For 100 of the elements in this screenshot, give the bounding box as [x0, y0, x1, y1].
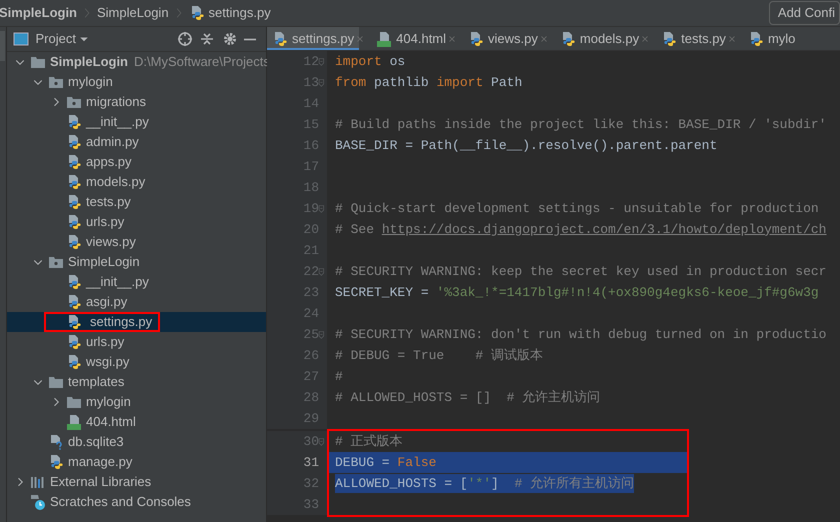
tree-item-label: views.py [86, 233, 136, 252]
tree-item[interactable]: SimpleLogin [7, 252, 266, 272]
close-icon[interactable] [538, 34, 549, 44]
fold-marker-icon[interactable] [318, 328, 327, 340]
html-file-icon [66, 414, 82, 430]
editor-tab[interactable]: tests.py [656, 27, 731, 50]
python-file-icon [66, 234, 82, 250]
python-file-icon [66, 134, 82, 150]
python-file-icon [48, 454, 64, 470]
python-file-icon [66, 294, 82, 310]
folder-icon [30, 54, 46, 70]
unknown-file-icon [48, 434, 64, 450]
python-file-icon [66, 354, 82, 370]
tree-item[interactable]: migrations [7, 92, 266, 112]
close-icon[interactable] [726, 34, 737, 44]
fold-marker-icon[interactable] [318, 202, 327, 214]
code-line: # Build paths inside the project like this: BASE_DIR / 'subdir' [335, 116, 826, 134]
python-file-icon [66, 174, 82, 190]
tree-item-label: Scratches and Consoles [50, 493, 191, 512]
tree-item[interactable]: apps.py [7, 152, 266, 172]
tree-item-label: models.py [86, 173, 146, 192]
fold-marker-icon[interactable] [318, 436, 327, 448]
code-line: SECRET_KEY = '%3ak_!*=1417blg#!n!4(+ox890g4egks6-keoe_jf#g6w3g [335, 284, 819, 302]
python-file-icon [66, 114, 82, 130]
folder-icon [48, 374, 64, 390]
locate-icon [176, 31, 192, 47]
code-line: import os [335, 52, 406, 71]
tree-item-label: manage.py [68, 453, 132, 472]
tree-item-label: wsgi.py [86, 353, 130, 372]
tree-item[interactable]: 404.html [7, 412, 266, 432]
tree-item-label: mylogin [86, 393, 131, 412]
tree-item[interactable]: views.py [7, 232, 266, 252]
code-line: DEBUG = False [335, 454, 436, 472]
add-configuration-button[interactable]: Add Confi [768, 1, 840, 25]
python-file-icon [66, 194, 82, 210]
package-folder-icon [48, 254, 64, 270]
tree-item-label: External Libraries [50, 473, 152, 492]
scratch-clock-icon [30, 494, 46, 510]
close-icon[interactable] [447, 34, 458, 44]
tree-item[interactable]: db.sqlite3 [7, 432, 266, 452]
editor-tab[interactable]: 404.html [371, 27, 452, 50]
python-file-icon [66, 154, 82, 170]
tree-item-label: admin.py [86, 133, 139, 152]
tree-item[interactable]: settings.py [7, 312, 266, 332]
tree-item-label: __init__.py [86, 113, 149, 132]
settings-icon [222, 31, 238, 47]
html-file-icon [376, 31, 392, 47]
close-icon[interactable] [355, 34, 366, 44]
tree-item[interactable]: Scratches and Consoles [7, 492, 266, 512]
tree-item[interactable]: __init__.py [7, 112, 266, 132]
tree-item[interactable]: models.py [7, 172, 266, 192]
tree-item[interactable]: wsgi.py [7, 352, 266, 372]
editor-tab[interactable]: settings.py [267, 27, 360, 50]
editor-tab[interactable]: models.py [554, 27, 644, 50]
code-line: # [335, 368, 343, 386]
python-file-icon [66, 274, 82, 290]
breadcrumb-item[interactable]: SimpleLogin [97, 3, 169, 23]
fold-marker-icon[interactable] [318, 56, 327, 68]
project-window-icon [13, 31, 29, 47]
code-line: # See https://docs.djangoproject.com/en/3.1/howto/deployment/ch [335, 220, 826, 239]
editor-tab[interactable]: mylo [742, 27, 800, 50]
tree-item[interactable]: urls.py [7, 212, 266, 232]
tree-item-label: __init__.py [86, 273, 149, 292]
folder-icon [66, 394, 82, 410]
tree-item-label: 404.html [86, 413, 136, 432]
tree-item[interactable]: __init__.py [7, 272, 266, 292]
code-line: BASE_DIR = Path(__file__).resolve().parent.parent [335, 136, 718, 155]
tree-item-label: migrations [86, 93, 146, 112]
tree-item[interactable]: asgi.py [7, 292, 266, 312]
tree-item[interactable]: tests.py [7, 192, 266, 212]
code-line: # Quick-start development settings - unsuitable for production [335, 200, 819, 218]
minimize-icon [244, 38, 256, 40]
breadcrumb-item[interactable]: settings.py [208, 3, 271, 23]
fold-marker-icon[interactable] [318, 266, 327, 278]
editor-tab[interactable]: views.py [463, 27, 543, 50]
tree-item-label: SimpleLogin [50, 53, 128, 72]
fold-marker-icon[interactable] [318, 76, 327, 88]
code-line: # ALLOWED_HOSTS = [] # 允许主机访问 [335, 388, 600, 407]
python-file-icon [66, 214, 82, 230]
tree-item[interactable]: mylogin [7, 392, 266, 412]
line-number: 31 [267, 452, 327, 473]
close-icon[interactable] [640, 34, 650, 44]
tree-item-label: mylogin [68, 73, 113, 92]
tree-item[interactable]: mylogin [7, 72, 266, 92]
tree-item[interactable]: admin.py [7, 132, 266, 152]
tree-item[interactable]: manage.py [7, 452, 266, 472]
package-folder-icon [66, 94, 82, 110]
code-line: # 正式版本 [335, 432, 403, 451]
python-file-icon [66, 334, 82, 350]
python-file-icon [272, 31, 288, 47]
tree-item[interactable]: templates [7, 372, 266, 392]
libraries-icon [30, 474, 46, 490]
code-line: # SECURITY WARNING: don't run with debug turned on in productio [335, 326, 826, 344]
tree-item[interactable]: External Libraries [7, 472, 266, 492]
tree-item-label: urls.py [86, 213, 124, 232]
tree-item[interactable]: urls.py [7, 332, 266, 352]
tree-item-label: asgi.py [86, 293, 128, 312]
tree-item-label: apps.py [86, 153, 132, 172]
tree-item-label: db.sqlite3 [68, 433, 124, 452]
panel-title-dropdown[interactable]: Project [36, 29, 76, 49]
